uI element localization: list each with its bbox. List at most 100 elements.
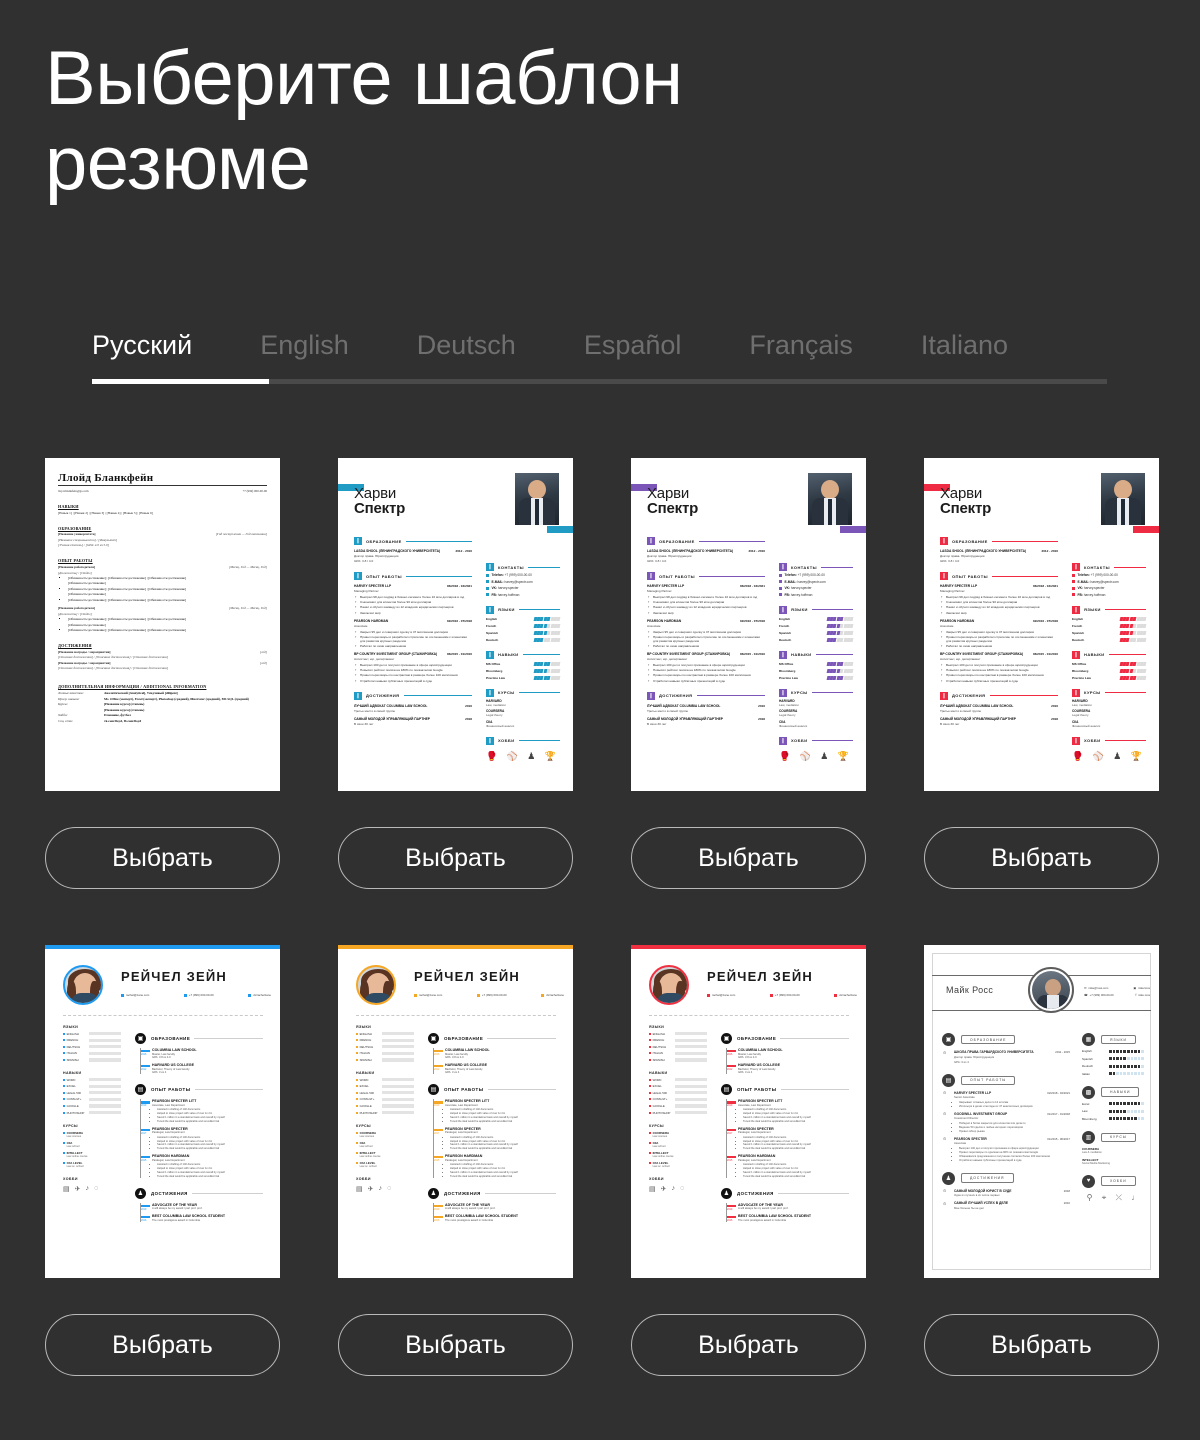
- entry-sub: A will always be my award / part prof. p…: [738, 1207, 789, 1211]
- select-template-button-2[interactable]: Выбрать: [338, 827, 573, 889]
- template-preview-7[interactable]: РЕЙЧЕЛ ЗЕЙН rachel@zane.com +7 (999) 000…: [631, 945, 866, 1278]
- select-template-button-7[interactable]: Выбрать: [631, 1314, 866, 1376]
- skill-name: MS Office: [779, 661, 794, 666]
- mike-resume-preview: Майк Росс ✉ mike@ross.com ▣ mike/ross ☎ +7 …: [924, 945, 1159, 1278]
- hobbies-icon: ❙: [486, 736, 494, 745]
- achievement-title: ЛУЧШИЙ АДВОКАТ COLUMBIA LAW SCHOOL: [354, 703, 428, 708]
- language-bars: [533, 616, 561, 621]
- section-header-courses: ❙ КУРСЫ: [1072, 688, 1146, 697]
- phone-icon: [183, 993, 187, 997]
- skill-rating: MS Office: [486, 661, 561, 666]
- section-hobbies: ХОББИ: [356, 1176, 371, 1181]
- entry-title: САМЫЙ ЛУЧШИЙ УСПЕХ В ДЕЛЕ: [954, 1201, 1009, 1206]
- additional-key: Курсы:: [58, 702, 68, 707]
- template-preview-4[interactable]: Харви Спектр ❙ ОБРАЗОВАНИЕ LASDA SHOOL (…: [924, 458, 1159, 791]
- select-template-button-6[interactable]: Выбрать: [338, 1314, 573, 1376]
- select-template-button-1[interactable]: Выбрать: [45, 827, 280, 889]
- skill-rating: Law: [1082, 1109, 1144, 1113]
- template-preview-1[interactable]: Ллойд Бланкфейн lloyd.blankfein@gs.com +…: [45, 458, 280, 791]
- job-bullet: Провел переговоры и разработал стратегию…: [941, 634, 1058, 643]
- skill-name: Practice Law: [779, 675, 798, 680]
- job-bullet: Повысил рейтинг поиска на 180% по показа…: [941, 667, 1058, 672]
- tab-italiano[interactable]: Italiano: [921, 330, 1008, 379]
- tab-espanol[interactable]: Español: [584, 330, 682, 379]
- job-bullets: [Обязанность/достижение] | [Обязанность/…: [68, 617, 267, 632]
- entry-dash: [141, 1156, 150, 1159]
- language-bars: [533, 623, 561, 628]
- select-template-button-4[interactable]: Выбрать: [924, 827, 1159, 889]
- contact-value: harvey.specter: [497, 586, 519, 591]
- hobby-icons: 🥊 ⚾ ♟ 🏆: [486, 751, 560, 762]
- template-preview-8[interactable]: Майк Росс ✉ mike@ross.com ▣ mike/ross ☎ +7 …: [924, 945, 1159, 1278]
- timeline-header-achievements: ♟ ДОСТИЖЕНИЯ: [135, 1187, 263, 1199]
- contact-value: harvey.specter: [1083, 586, 1105, 591]
- entry-bullet: Tuned the deal would be applicable and s…: [157, 1120, 263, 1123]
- section-header-hobbies: ❙ ХОББИ: [779, 736, 853, 745]
- skill-bars: [826, 675, 854, 680]
- select-template-button-8[interactable]: Выбрать: [924, 1314, 1159, 1376]
- contact-item: rachel@zane.com: [121, 993, 149, 997]
- entry-sub: GPA: 3.8 из 4.0: [738, 1056, 757, 1060]
- course-sub: Law courses: [359, 1134, 375, 1138]
- entry-sub: Доктор права. Юриспруденция: [954, 1054, 995, 1059]
- job-bullet: Повысил рейтинг поиска на 180% по показа…: [648, 667, 765, 672]
- right-column: ▣ ОБРАЗОВАНИЕ 2016 COLUMBIA LAW SCHOOL M…: [721, 1023, 849, 1222]
- achievement-entry: САМЫЙ МОЛОДОЙ УПРАВЛЯЮЩИЙ ПАРТНЕР 2018: [647, 717, 765, 721]
- language-name: ENGLISH: [63, 1032, 89, 1036]
- contact-label: VK:: [784, 586, 791, 591]
- skill-rating: Bloomberg: [486, 668, 561, 673]
- job-bullet: [Обязанность/достижение] | [Обязанность/…: [68, 576, 267, 580]
- entry-sub: GPA: 3 из 4: [445, 1071, 460, 1075]
- select-template-button-5[interactable]: Выбрать: [45, 1314, 280, 1376]
- job-entry: PEARSON SPECTER 01/2015 - 06/2017 Associ…: [942, 1136, 1070, 1162]
- experience-timeline: 2019 PEARSON SPECTER LITT Associate, Law…: [140, 1099, 263, 1178]
- section-title: ДОСТИЖЕНИЯ: [952, 693, 986, 698]
- education-period: [Год поступления — Год окончания]: [215, 532, 267, 537]
- music-icon: ♪: [671, 1184, 676, 1192]
- portrait-photo: [808, 473, 852, 525]
- resume-name: РЕЙЧЕЛ ЗЕЙН: [121, 969, 227, 984]
- section-rule: [194, 1038, 263, 1039]
- achievement-entry: САМЫЙ МОЛОДОЙ ЮРИСТ В СУДЕ 2018 Один из …: [942, 1188, 1070, 1197]
- entry-bullets: Выиграл 140 дел и получил признание в сф…: [959, 1147, 1070, 1162]
- tab-francais[interactable]: Français: [749, 330, 853, 379]
- contact-line: VK: harvey.specter: [1072, 586, 1146, 590]
- experience-timeline: 2019 PEARSON SPECTER LITT Associate, Law…: [726, 1099, 849, 1178]
- courses-icon: ▥: [1082, 1130, 1095, 1144]
- entry-title: BEST COLUMBIA LAW SCHOOL STUDENT: [445, 1214, 519, 1219]
- tab-deutsch[interactable]: Deutsch: [417, 330, 516, 379]
- language-name: English: [486, 616, 498, 621]
- language-rating: Italian: [1082, 1072, 1144, 1076]
- timeline-header-education: ▣ ОБРАЗОВАНИЕ: [135, 1033, 263, 1044]
- fishing-icon: ⌖: [1101, 1192, 1107, 1202]
- entry-year: 2016: [727, 1053, 733, 1056]
- course-entry: COURSERA Legal theory: [1072, 709, 1146, 717]
- language-rating: Spanish: [1072, 630, 1147, 635]
- section-title: ЯЗЫКИ: [791, 607, 808, 613]
- tab-english[interactable]: English: [260, 330, 349, 379]
- trophy-icon: 🏆: [544, 750, 556, 761]
- entry-title: PEARSON HARDMAN: [152, 1154, 190, 1159]
- section-title: ДОСТИЖЕНИЯ: [659, 693, 693, 698]
- template-preview-6[interactable]: РЕЙЧЕЛ ЗЕЙН rachel@zane.com +7 (999) 000…: [338, 945, 573, 1278]
- template-preview-2[interactable]: Харви Спектр ❙ ОБРАЗОВАНИЕ LASDA SHOOL (…: [338, 458, 573, 791]
- entry-sub: The most prestigious award in Columbia: [738, 1218, 786, 1222]
- tab-russkiy[interactable]: Русский: [92, 330, 192, 379]
- template-preview-5[interactable]: РЕЙЧЕЛ ЗЕЙН rachel@zane.com +7 (999) 000…: [45, 945, 280, 1278]
- left-column: ❙ ОБРАЗОВАНИЕ LASDA SHOOL (ЛЕНИНГРАДСКОГ…: [647, 528, 765, 726]
- skill-bars: [533, 675, 561, 680]
- language-bar: FRENCH: [63, 1038, 121, 1042]
- select-template-button-3[interactable]: Выбрать: [631, 827, 866, 889]
- vk-icon: [541, 993, 545, 997]
- skill-bar: CONSULT+: [356, 1097, 414, 1101]
- skill-track: [382, 1051, 414, 1055]
- language-name: ITALIAN: [649, 1051, 675, 1055]
- language-name: FRENCH: [356, 1038, 382, 1042]
- skill-name: MS Office: [1072, 661, 1087, 666]
- achievement-row: [Название награды / мероприятия] [год]: [58, 648, 267, 654]
- tab-active-indicator: [92, 379, 269, 384]
- course-sub: Legal theory: [486, 713, 503, 718]
- template-preview-3[interactable]: Харви Спектр ❙ ОБРАЗОВАНИЕ LASDA SHOOL (…: [631, 458, 866, 791]
- contact-item: ☎ +7 (999) 000-00-00: [1084, 993, 1114, 997]
- music-icon: ♪: [378, 1184, 383, 1192]
